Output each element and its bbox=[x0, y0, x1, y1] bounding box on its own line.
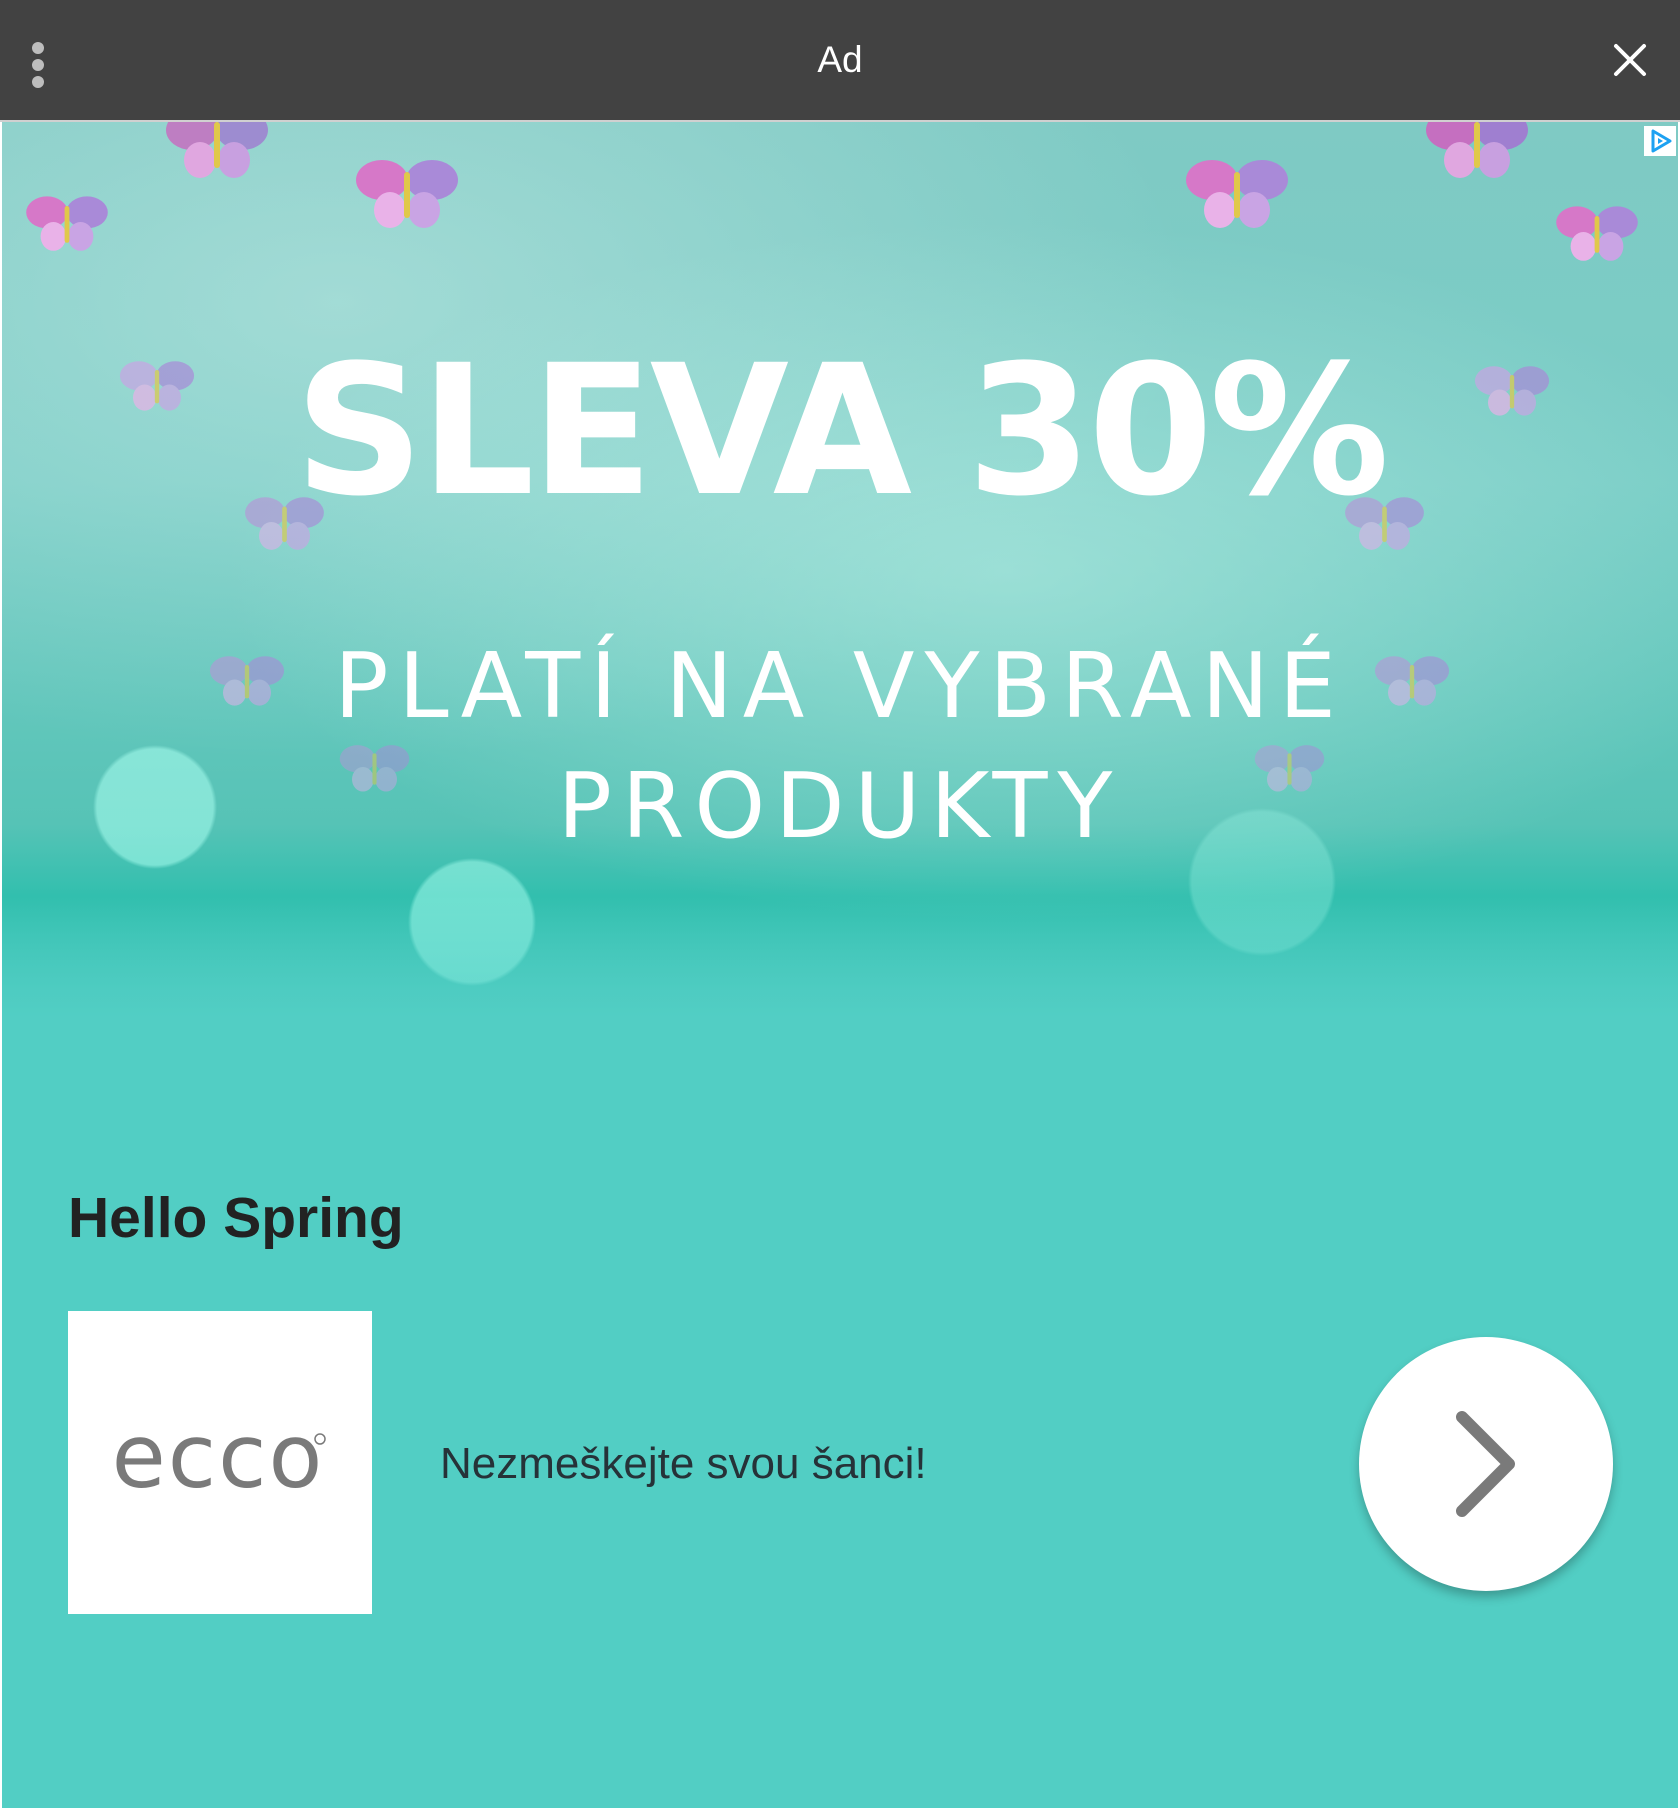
ad-header-bar: Ad bbox=[0, 0, 1680, 122]
ad-description[interactable]: Nezmeškejte svou šanci! bbox=[440, 1438, 927, 1490]
ecco-logo: ecco bbox=[112, 1405, 326, 1508]
butterfly-icon bbox=[1186, 160, 1288, 228]
adchoices-icon bbox=[1651, 129, 1672, 153]
logo-text: ecco bbox=[112, 1405, 325, 1508]
butterfly-icon bbox=[356, 160, 458, 228]
close-icon bbox=[1614, 44, 1646, 76]
butterfly-icon bbox=[1556, 206, 1638, 261]
next-button[interactable] bbox=[1359, 1337, 1613, 1591]
butterfly-icon bbox=[166, 122, 268, 178]
butterfly-icon bbox=[26, 196, 108, 251]
promo-banner-image[interactable]: SLEVA 30% PLATÍ NA VYBRANÉ PRODUKTY bbox=[2, 122, 1678, 1022]
promo-subline: PLATÍ NA VYBRANÉ bbox=[334, 634, 1346, 739]
ad-creative[interactable]: SLEVA 30% PLATÍ NA VYBRANÉ PRODUKTY Hell… bbox=[2, 122, 1678, 1808]
banner-fade bbox=[2, 902, 1678, 1022]
ad-label: Ad bbox=[817, 39, 863, 80]
close-button[interactable] bbox=[1600, 30, 1660, 90]
ad-title[interactable]: Hello Spring bbox=[68, 1188, 404, 1248]
adchoices-button[interactable] bbox=[1644, 126, 1676, 156]
chevron-right-icon bbox=[1456, 1411, 1515, 1517]
butterfly-icon bbox=[1426, 122, 1528, 178]
promo-subline-2: PRODUKTY bbox=[557, 754, 1123, 859]
promo-headline: SLEVA 30% bbox=[294, 327, 1389, 536]
advertiser-logo[interactable]: ecco bbox=[68, 1311, 372, 1614]
